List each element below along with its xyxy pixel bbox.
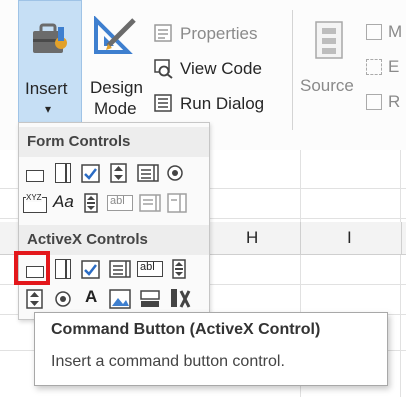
text-field-label: abl xyxy=(110,195,125,207)
map-properties-label: M xyxy=(388,22,403,41)
form-scroll-bar-control[interactable] xyxy=(81,193,101,213)
run-dialog-button[interactable]: Run Dialog xyxy=(154,92,284,116)
text-box-label: abl xyxy=(140,261,155,273)
column-header-h[interactable]: H xyxy=(208,222,301,254)
group-box-label: XYZ xyxy=(26,193,42,202)
source-button[interactable]: Source xyxy=(298,14,360,114)
activex-controls-title: ActiveX Controls xyxy=(27,231,148,248)
form-text-field-control[interactable]: abl xyxy=(107,193,133,213)
design-label-line1: Design xyxy=(90,78,143,97)
column-header-i[interactable]: I xyxy=(301,222,402,254)
design-mode-button[interactable]: Design Mode xyxy=(86,0,148,122)
form-group-box-control[interactable]: XYZ xyxy=(23,193,47,213)
activex-list-box-control[interactable] xyxy=(109,259,131,279)
insert-controls-dropdown: Form Controls XYZ Aa abl ActiveX Control… xyxy=(18,122,210,320)
activex-toggle-button-control[interactable] xyxy=(139,289,160,309)
run-dialog-icon xyxy=(154,94,172,112)
activex-image-control[interactable] xyxy=(109,289,131,309)
tooltip-description: Insert a command button control. xyxy=(51,353,285,370)
refresh-data-button[interactable]: R xyxy=(366,92,406,114)
expansion-packs-label: E xyxy=(388,57,400,76)
tooltip: Command Button (ActiveX Control) Insert … xyxy=(34,312,388,386)
activex-scroll-bar-control[interactable] xyxy=(169,259,189,279)
column-h-label: H xyxy=(246,228,259,247)
activex-spin-button-control[interactable] xyxy=(25,289,45,309)
view-code-icon xyxy=(154,59,173,79)
form-spin-button-control[interactable] xyxy=(109,163,129,183)
run-dialog-label: Run Dialog xyxy=(180,94,265,113)
form-label-control[interactable]: Aa xyxy=(53,192,79,212)
insert-controls-button[interactable]: Insert ▾ xyxy=(18,0,82,124)
form-list-box-control[interactable] xyxy=(137,163,159,183)
toolbox-icon xyxy=(31,21,69,55)
tooltip-title: Command Button (ActiveX Control) xyxy=(51,321,321,338)
form-controls-header: Form Controls xyxy=(19,127,209,157)
command-button-highlight xyxy=(14,251,50,285)
view-code-button[interactable]: View Code xyxy=(154,57,284,81)
properties-icon xyxy=(154,24,172,42)
label-control-text: Aa xyxy=(53,192,74,211)
source-icon xyxy=(314,20,344,60)
form-controls-title: Form Controls xyxy=(27,133,131,150)
properties-label: Properties xyxy=(180,24,258,43)
refresh-data-icon xyxy=(366,94,382,110)
form-button-control[interactable] xyxy=(25,165,45,185)
refresh-data-label: R xyxy=(388,92,401,111)
ribbon-separator xyxy=(292,10,293,130)
activex-label-control[interactable]: A xyxy=(81,287,101,307)
activex-checkbox-control[interactable] xyxy=(81,260,101,280)
form-checkbox-control[interactable] xyxy=(81,164,101,184)
activex-option-button-control[interactable] xyxy=(53,289,73,309)
source-label: Source xyxy=(300,76,354,95)
chevron-down-icon: ▾ xyxy=(45,102,52,116)
design-label-line2: Mode xyxy=(94,99,137,118)
design-mode-icon xyxy=(94,15,138,56)
column-i-label: I xyxy=(347,228,352,247)
map-properties-button[interactable]: M xyxy=(366,22,406,44)
form-combo-dropdown-edit-control[interactable] xyxy=(167,193,187,213)
expansion-packs-icon xyxy=(366,59,382,75)
activex-combo-box-control[interactable] xyxy=(53,259,73,279)
grid-col-line xyxy=(400,150,401,397)
form-combo-list-edit-control[interactable] xyxy=(139,193,161,213)
expansion-packs-button[interactable]: E xyxy=(366,57,406,79)
form-option-button-control[interactable] xyxy=(165,163,185,183)
properties-button[interactable]: Properties xyxy=(154,22,284,46)
map-properties-icon xyxy=(366,24,382,40)
form-combo-box-control[interactable] xyxy=(53,163,73,183)
view-code-label: View Code xyxy=(180,59,262,78)
insert-label: Insert xyxy=(25,79,68,98)
activex-label-text: A xyxy=(85,287,98,306)
activex-text-box-control[interactable]: abl xyxy=(137,259,163,279)
activex-more-controls-icon[interactable] xyxy=(169,287,191,308)
